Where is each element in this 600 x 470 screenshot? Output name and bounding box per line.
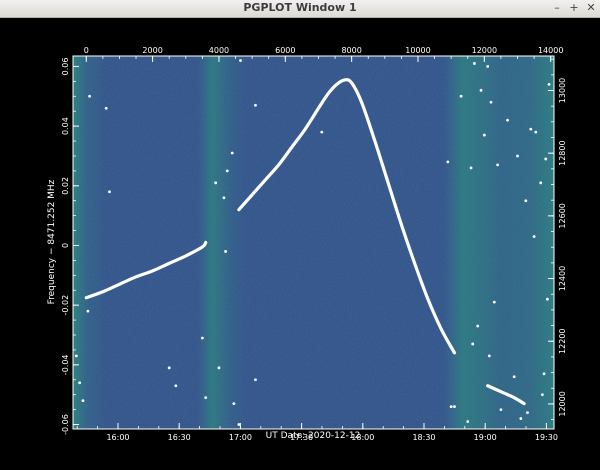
outlier-point — [499, 408, 503, 412]
outlier-point — [489, 100, 493, 104]
outlier-point — [254, 378, 257, 382]
right-tick-label: 12200 — [558, 329, 567, 354]
outlier-point — [542, 372, 546, 376]
outlier-point — [486, 65, 490, 68]
outlier-point — [482, 133, 486, 137]
outlier-point — [81, 399, 85, 403]
right-tick-label: 12600 — [558, 203, 567, 228]
bottom-tick-label: 16:00 — [106, 433, 129, 442]
right-tick-label: 12800 — [558, 140, 567, 165]
map-bright-bands — [73, 56, 554, 429]
outlier-point — [532, 235, 536, 238]
outlier-point — [78, 381, 82, 385]
top-tick-label: 10000 — [405, 46, 430, 55]
y-axis-label: Frequency − 8471.252 MHz — [47, 179, 57, 304]
outlier-point — [487, 354, 491, 358]
outlier-point — [526, 411, 529, 414]
pgplot-window: PGPLOT Window 1 – + ✕ 0 2000 4000 6000 8… — [0, 0, 600, 470]
window-title: PGPLOT Window 1 — [243, 1, 357, 14]
outlier-point — [167, 366, 171, 370]
outlier-point — [547, 82, 551, 86]
outlier-point — [237, 423, 241, 426]
outlier-point — [449, 405, 453, 409]
bottom-tick-label: 19:30 — [535, 433, 558, 442]
right-tick-label: 12000 — [558, 391, 567, 416]
outlier-point — [545, 297, 549, 301]
outlier-point — [200, 336, 204, 340]
outlier-point — [540, 393, 544, 397]
close-icon[interactable]: ✕ — [584, 1, 598, 15]
outlier-point — [254, 103, 257, 107]
outlier-point — [453, 405, 456, 409]
outlier-point — [88, 94, 91, 98]
outlier-point — [232, 402, 236, 406]
top-tick-label: 14000 — [538, 46, 563, 55]
outlier-point — [506, 118, 509, 122]
minimize-icon[interactable]: – — [550, 1, 564, 15]
right-tick-label: 13000 — [558, 78, 567, 103]
outlier-point — [476, 324, 480, 328]
bottom-tick-label: 16:30 — [168, 433, 191, 442]
outlier-point — [74, 354, 78, 358]
outlier-point — [217, 366, 221, 370]
bottom-tick-label: 17:00 — [229, 433, 252, 442]
outlier-point — [471, 342, 475, 346]
outlier-point — [446, 160, 450, 164]
outlier-point — [224, 250, 227, 253]
outlier-point — [469, 166, 473, 170]
top-tick-label: 8000 — [341, 46, 361, 55]
outlier-point — [539, 181, 543, 185]
outlier-point — [479, 88, 483, 92]
outlier-point — [492, 300, 496, 304]
top-tick-label: 12000 — [472, 46, 497, 55]
outlier-point — [544, 157, 548, 161]
top-tick-label: 6000 — [275, 46, 295, 55]
left-tick-label: 0.06 — [61, 58, 70, 76]
outlier-point — [516, 154, 519, 158]
left-tick-label: 0.02 — [61, 177, 70, 195]
bottom-tick-label: 18:30 — [412, 433, 435, 442]
outlier-point — [472, 62, 476, 65]
outlier-point — [230, 151, 234, 155]
outlier-point — [459, 94, 463, 98]
outlier-point — [519, 417, 523, 420]
outlier-point — [512, 375, 516, 379]
outlier-point — [534, 130, 538, 134]
outlier-point — [222, 196, 226, 200]
left-tick-label: 0 — [61, 243, 70, 248]
left-tick-label: -0.04 — [61, 354, 70, 375]
spectrogram-plot: 0 2000 4000 6000 8000 10000 12000 14000 16:00 16:… — [47, 46, 567, 442]
outlier-point — [466, 420, 470, 423]
outlier-point — [496, 163, 500, 167]
title-bar[interactable]: PGPLOT Window 1 – + ✕ — [0, 0, 600, 18]
left-tick-label: -0.06 — [61, 414, 70, 435]
outlier-point — [320, 130, 324, 134]
outlier-point — [214, 181, 218, 185]
right-tick-label: 12400 — [558, 266, 567, 291]
outlier-point — [239, 59, 242, 62]
outlier-point — [529, 127, 533, 131]
outlier-point — [524, 199, 528, 203]
x-axis-label: UT Date: 2020-12-12 — [266, 431, 361, 441]
outlier-point — [108, 190, 111, 194]
maximize-icon[interactable]: + — [567, 1, 581, 15]
top-tick-label: 2000 — [142, 46, 162, 55]
bottom-tick-label: 19:00 — [474, 433, 497, 442]
top-tick-label: 4000 — [209, 46, 229, 55]
outlier-point — [204, 396, 208, 400]
outlier-point — [174, 384, 178, 388]
outlier-point — [225, 169, 229, 173]
left-tick-label: -0.02 — [61, 295, 70, 316]
outlier-point — [86, 309, 90, 313]
outlier-point — [104, 106, 108, 110]
left-tick-label: 0.04 — [61, 117, 70, 135]
top-tick-label: 0 — [84, 46, 89, 55]
